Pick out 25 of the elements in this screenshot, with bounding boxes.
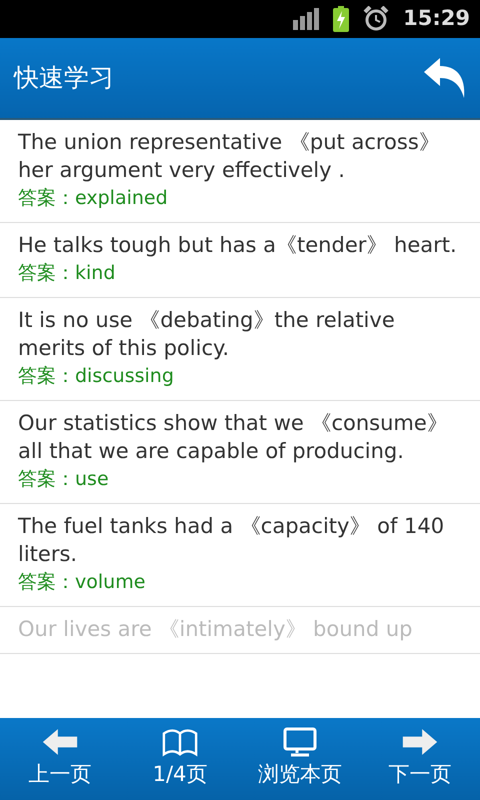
question-text: He talks tough but has a《tender》 heart. (18, 232, 458, 259)
page-title: 快速学习 (14, 62, 114, 94)
next-page-button[interactable]: 下一页 (360, 718, 480, 800)
clock-time: 15:29 (403, 5, 470, 32)
page-count-button[interactable]: 1/4页 (120, 718, 240, 800)
left-arrow-icon (42, 727, 78, 758)
battery-icon (333, 6, 350, 32)
answer-text: 答案：kind (18, 261, 116, 286)
monitor-icon (282, 727, 318, 758)
question-text: Our statistics show that we 《consume》 all that we are capable of producing. (18, 410, 449, 465)
question-text: The fuel tanks had a 《capacity》 of 140 liters. (18, 513, 446, 568)
answer-text: 答案：use (18, 467, 110, 492)
question-text: It is no use 《debating》the relative merits of this policy. (18, 307, 396, 362)
right-arrow-icon (402, 727, 438, 758)
answer-text: 答案：explained (18, 186, 169, 211)
question-text: Our lives are 《intimately》 bound up (18, 616, 414, 643)
book-icon (162, 727, 198, 758)
alarm-icon (363, 6, 390, 32)
answer-text: 答案：discussing (18, 364, 175, 389)
back-icon[interactable] (424, 58, 466, 98)
signal-icon (293, 8, 320, 30)
browse-page-button[interactable]: 浏览本页 (240, 718, 360, 800)
question-text: The union representative 《put across》 her argument very effectively . (18, 129, 441, 184)
answer-text: 答案：volume (18, 570, 146, 595)
previous-page-button[interactable]: 上一页 (0, 718, 120, 800)
